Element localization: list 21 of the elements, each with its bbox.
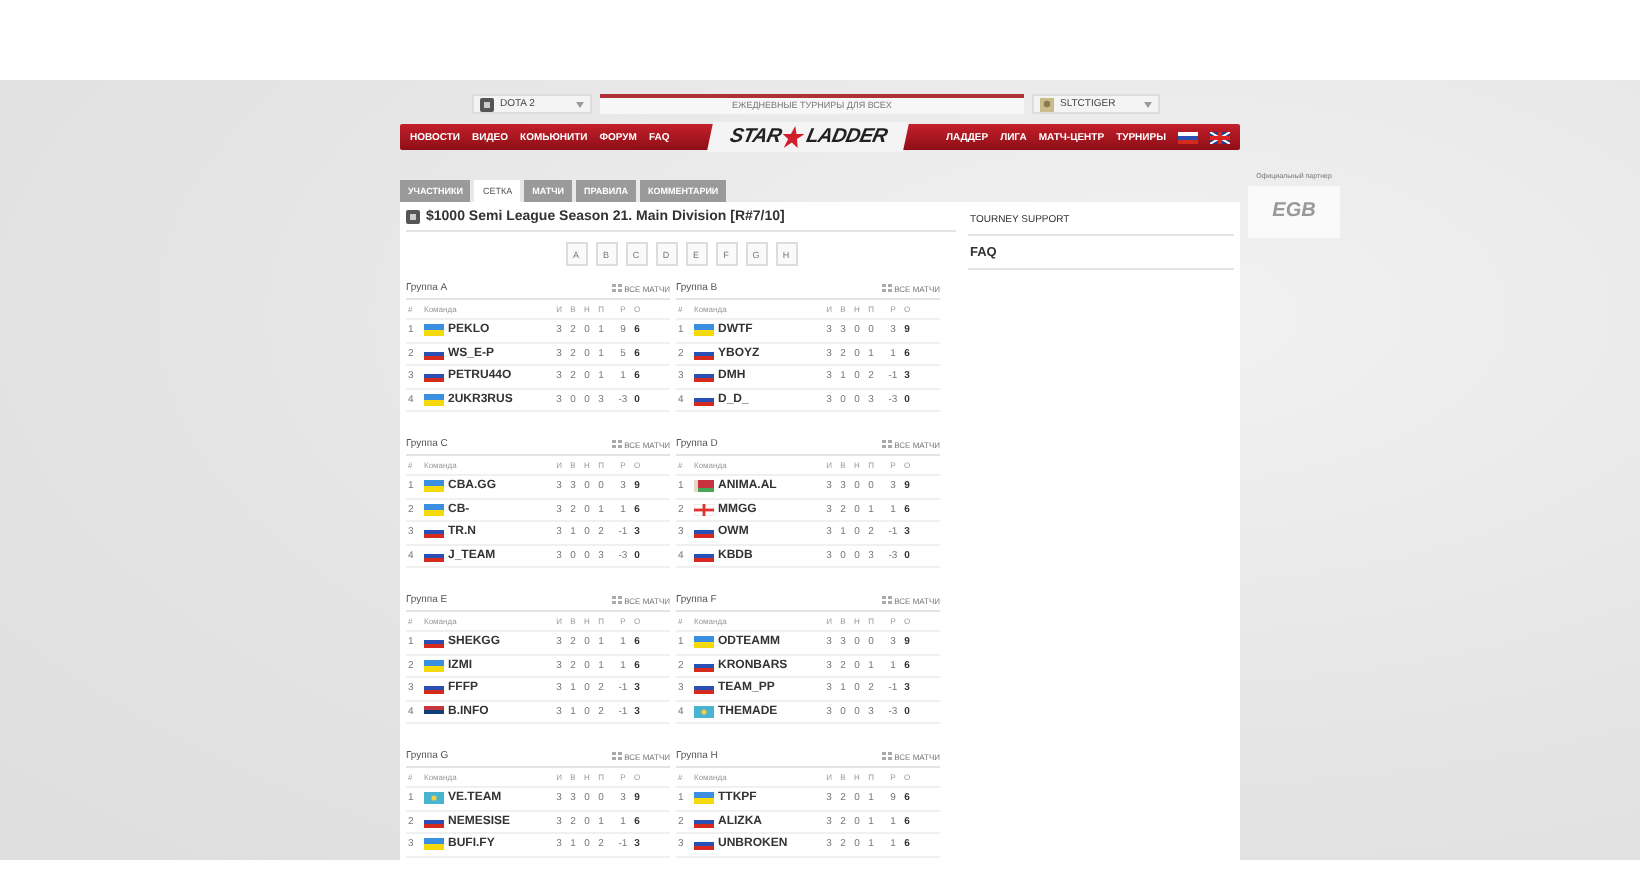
grid-icon [612, 284, 623, 292]
logo[interactable]: STAR LADDER [706, 122, 910, 152]
grid-icon [882, 596, 893, 604]
star-icon [779, 126, 807, 148]
caret-icon [576, 101, 584, 107]
grid-icon [882, 440, 893, 448]
caret-icon [1144, 101, 1152, 107]
flag-icon [694, 480, 714, 493]
flag-icon [424, 792, 444, 805]
flag-icon[interactable] [1178, 131, 1198, 143]
grid-icon [882, 284, 893, 292]
flag-icon [694, 503, 714, 516]
flag-icon [694, 705, 714, 718]
flag-icon[interactable] [1210, 131, 1230, 143]
grid-icon [612, 752, 623, 760]
grid-icon [612, 596, 623, 604]
game-icon [480, 97, 494, 111]
grid-icon [882, 752, 893, 760]
avatar-icon [1040, 97, 1054, 111]
game-icon [406, 209, 420, 223]
grid-icon [612, 440, 623, 448]
